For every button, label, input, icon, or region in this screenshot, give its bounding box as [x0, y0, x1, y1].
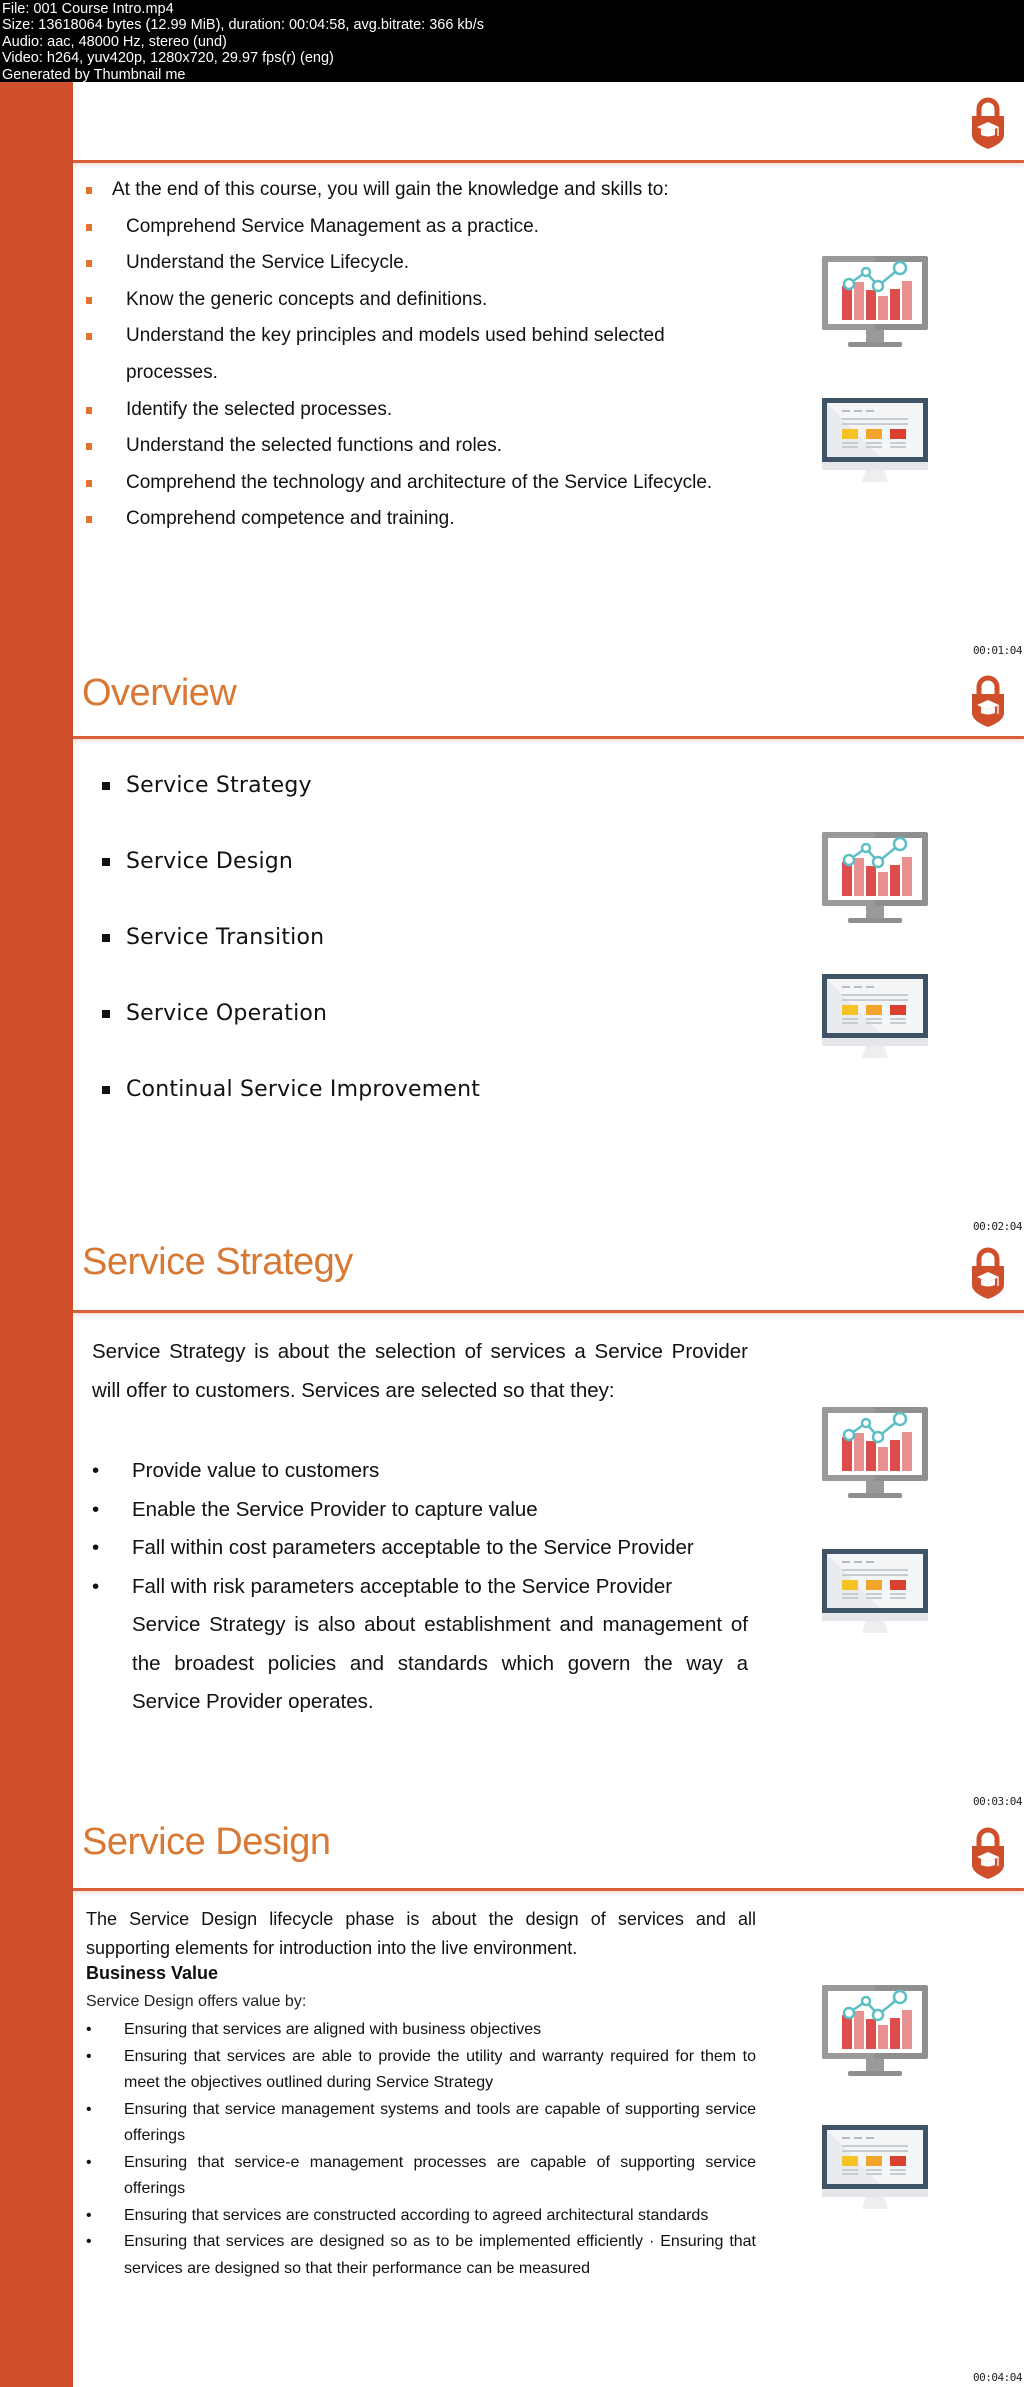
objectives-list: At the end of this course, you will gain… — [86, 172, 726, 538]
closing-paragraph: Service Strategy is also about establish… — [132, 1613, 748, 1713]
file-info-line: Generated by Thumbnail me — [2, 66, 186, 83]
title-divider — [73, 160, 1024, 163]
file-info-line: Audio: aac, 48000 Hz, stereo (und) — [2, 33, 227, 50]
square-bullet-icon — [86, 443, 92, 451]
slide-sidebar-accent — [0, 82, 73, 660]
monitor-webpage-icon — [820, 1547, 930, 1635]
square-bullet-icon — [86, 479, 92, 487]
file-info-line: Size: 13618064 bytes (12.99 MiB), durati… — [2, 17, 485, 34]
slide-service-strategy: Service Strategy Service Strategy is abo… — [0, 1235, 1024, 1815]
bullet-dot-icon: • — [92, 1459, 100, 1482]
list-item: • Fall with risk parameters acceptable to… — [92, 1568, 748, 1607]
list-item: • Ensuring that services are designed so … — [86, 2229, 756, 2282]
square-bullet-icon — [86, 223, 92, 231]
bullet-dot-icon: • — [92, 1574, 100, 1598]
timestamp: 00:02:04 — [973, 1220, 1022, 1233]
lock-graduation-cap-icon — [970, 675, 1006, 727]
square-bullet-icon — [86, 406, 92, 414]
monitor-chart-icon — [820, 254, 930, 354]
list-item: • Fall within cost parameters acceptable … — [92, 1529, 748, 1568]
slide-title: Overview — [82, 672, 237, 714]
list-item: • Ensuring that services are able to prov… — [86, 2044, 756, 2097]
bullet-dot-icon: • — [86, 2100, 92, 2118]
square-bullet-icon — [102, 934, 110, 942]
slide-service-design: Service Design The Service Design lifecy… — [0, 1815, 1024, 2387]
overview-list: Service Strategy Service Design Service … — [102, 773, 480, 1153]
square-bullet-icon — [102, 1010, 110, 1018]
lock-graduation-cap-icon — [970, 97, 1006, 149]
bullet-dot-icon: • — [86, 2153, 92, 2171]
list-item: • Ensuring that service management system… — [86, 2097, 756, 2150]
slide-sidebar-accent — [0, 660, 73, 1235]
slide-title: Service Strategy — [82, 1241, 353, 1283]
square-bullet-icon — [102, 782, 110, 790]
monitor-chart-icon — [820, 1983, 930, 2083]
timestamp: 00:01:04 — [973, 644, 1022, 657]
list-item: Service Operation — [102, 1001, 480, 1077]
monitor-chart-icon — [820, 1405, 930, 1505]
list-item: Comprehend competence and training. — [86, 501, 726, 538]
list-item: • Ensuring that service-e management proc… — [86, 2150, 756, 2203]
slide-course-objectives: At the end of this course, you will gain… — [0, 82, 1024, 660]
file-info-header: File: 001 Course Intro.mp4 Size: 1361806… — [0, 0, 1024, 83]
design-value-list: • Ensuring that services are aligned with… — [86, 2017, 756, 2282]
business-value-heading: Business Value — [86, 1963, 219, 1983]
file-info-line: Video: h264, yuv420p, 1280x720, 29.97 fp… — [2, 50, 334, 67]
list-item: Service Strategy — [102, 773, 480, 849]
list-item: At the end of this course, you will gain… — [86, 172, 726, 209]
list-item: Identify the selected processes. — [86, 392, 726, 429]
list-item: Continual Service Improvement — [102, 1077, 480, 1153]
title-divider — [73, 1310, 1024, 1313]
timestamp: 00:03:04 — [973, 1795, 1022, 1808]
timestamp: 00:04:04 — [973, 2371, 1022, 2384]
square-bullet-icon — [86, 296, 92, 304]
bullet-dot-icon: • — [86, 2233, 92, 2250]
file-info-line: File: 001 Course Intro.mp4 — [2, 1, 174, 17]
list-item: • Ensuring that services are aligned with… — [86, 2017, 756, 2044]
business-value-subtext: Service Design offers value by: — [86, 1993, 307, 2010]
square-bullet-icon — [86, 516, 92, 524]
list-item: Service Design — [102, 849, 480, 925]
square-bullet-icon — [86, 333, 92, 341]
list-item: Comprehend the technology and architectu… — [86, 465, 726, 502]
list-item: Service Transition — [102, 925, 480, 1001]
strategy-list: • Provide value to customers • Enable the … — [92, 1452, 748, 1606]
intro-paragraph: Service Strategy is about the selection … — [92, 1340, 748, 1402]
slide-title: Service Design — [82, 1821, 331, 1863]
lock-graduation-cap-icon — [970, 1827, 1006, 1879]
square-bullet-icon — [86, 187, 92, 194]
list-item: Understand the selected functions and ro… — [86, 428, 726, 465]
bullet-dot-icon: • — [92, 1497, 100, 1521]
bullet-dot-icon: • — [86, 2021, 92, 2038]
square-bullet-icon — [86, 260, 92, 268]
title-divider — [73, 1888, 1024, 1891]
list-item: Understand the key principles and models… — [86, 318, 726, 391]
monitor-webpage-icon — [820, 2123, 930, 2211]
bullet-dot-icon: • — [86, 2206, 92, 2224]
monitor-chart-icon — [820, 830, 930, 930]
title-divider — [73, 736, 1024, 739]
bullet-dot-icon: • — [86, 2047, 92, 2065]
list-item: Know the generic concepts and definition… — [86, 282, 726, 319]
square-bullet-icon — [102, 858, 110, 866]
list-item: Comprehend Service Management as a pract… — [86, 209, 726, 246]
list-item: • Ensuring that services are constructed … — [86, 2203, 756, 2230]
list-item: • Enable the Service Provider to capture … — [92, 1491, 748, 1530]
intro-paragraph: The Service Design lifecycle phase is ab… — [86, 1909, 756, 1958]
list-item: Understand the Service Lifecycle. — [86, 245, 726, 282]
square-bullet-icon — [102, 1086, 110, 1094]
bullet-dot-icon: • — [92, 1536, 100, 1559]
slide-overview: Overview Service Strategy Service Design… — [0, 660, 1024, 1235]
monitor-webpage-icon — [820, 972, 930, 1060]
list-item: • Provide value to customers — [92, 1452, 748, 1491]
monitor-webpage-icon — [820, 396, 930, 484]
lock-graduation-cap-icon — [970, 1247, 1006, 1299]
